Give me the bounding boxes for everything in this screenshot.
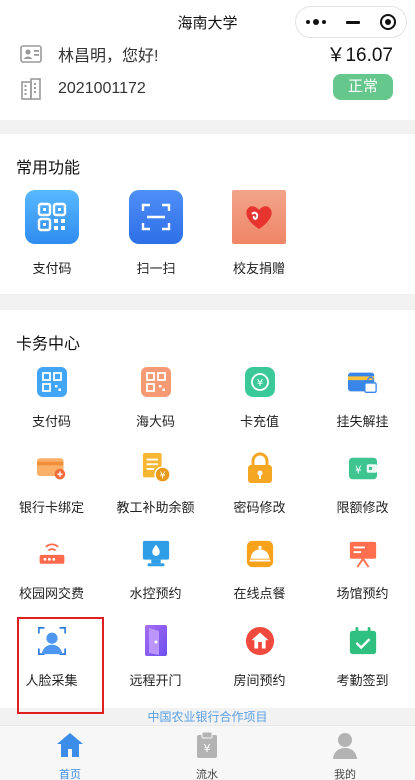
minimize-icon[interactable] <box>346 20 360 24</box>
more-options-icon[interactable] <box>306 19 326 25</box>
tab-profile[interactable]: 我的 <box>310 731 380 780</box>
tab-label: 流水 <box>196 769 218 780</box>
user-name-row: 林昌明，您好! <box>20 42 158 66</box>
card-lock-icon <box>347 367 378 397</box>
svg-text:¥: ¥ <box>159 470 165 481</box>
hd-code-icon <box>140 367 171 397</box>
dining-cloche-icon <box>245 539 275 569</box>
grid-item-hd-code[interactable]: 海大码 <box>104 367 207 430</box>
heart-donation-icon <box>232 190 286 244</box>
tab-transactions[interactable]: ¥ 流水 <box>172 731 242 780</box>
grid-item-campus-network-fee[interactable]: 校园网交费 <box>0 539 103 602</box>
subsidy-icon: ¥ <box>141 453 171 483</box>
tab-label: 我的 <box>334 769 356 780</box>
grid-item-water-reservation[interactable]: 水控预约 <box>104 539 207 602</box>
grid-item-label: 水控预约 <box>129 586 182 601</box>
status-badge: 正常 <box>333 74 393 100</box>
grid-item-label: 支付码 <box>31 414 71 429</box>
section-title-card-center: 卡务中心 <box>16 336 81 353</box>
grid-item-card-recharge[interactable]: ¥ 卡充值 <box>208 367 311 430</box>
balance-amount: ￥16.07 <box>326 45 393 66</box>
presentation-board-icon <box>348 539 378 569</box>
grid-item-label: 挂失解挂 <box>336 414 389 429</box>
section-title-quick: 常用功能 <box>16 160 81 177</box>
quick-item-scan[interactable]: 扫一扫 <box>111 190 201 277</box>
home-icon <box>57 733 83 757</box>
id-card-icon <box>20 45 42 63</box>
transactions-icon: ¥ <box>197 731 217 758</box>
svg-text:¥: ¥ <box>256 378 262 389</box>
grid-item-password-change[interactable]: 密码修改 <box>208 452 311 516</box>
grid-item-label: 房间预约 <box>233 673 286 688</box>
quick-functions-section: 常用功能 支付码 扫一扫 校友捐赠 <box>0 134 415 294</box>
selection-highlight <box>17 617 104 714</box>
building-icon <box>21 78 41 100</box>
padlock-icon <box>245 452 275 483</box>
grid-item-label: 校园网交费 <box>18 586 84 601</box>
quick-item-label: 校友捐赠 <box>232 261 285 276</box>
user-greeting: 林昌明，您好! <box>58 48 159 65</box>
scan-icon <box>129 190 183 244</box>
grid-item-label: 考勤签到 <box>336 673 389 688</box>
grid-item-label: 远程开门 <box>129 673 182 688</box>
house-icon <box>245 626 275 656</box>
profile-icon <box>333 733 357 759</box>
grid-item-label: 银行卡绑定 <box>18 500 84 515</box>
qr-code-icon <box>36 367 67 397</box>
router-icon <box>37 539 67 569</box>
grid-item-report-loss[interactable]: 挂失解挂 <box>311 367 414 430</box>
quick-item-label: 扫一扫 <box>136 261 176 276</box>
navigation-bar: 海南大学 <box>0 0 415 44</box>
grid-item-label: 海大码 <box>135 414 175 429</box>
water-drop-icon <box>141 539 171 569</box>
grid-item-venue-reservation[interactable]: 场馆预约 <box>311 539 414 602</box>
tab-home[interactable]: 首页 <box>35 731 105 780</box>
calendar-check-icon <box>348 626 378 656</box>
partner-project-link[interactable]: 中国农业银行合作项目 <box>0 708 415 725</box>
door-icon <box>141 625 171 656</box>
grid-item-bank-card-bind[interactable]: 银行卡绑定 <box>0 453 103 516</box>
grid-item-staff-subsidy[interactable]: ¥ 教工补助余额 <box>104 453 207 516</box>
wallet-icon: ¥ <box>348 453 378 483</box>
close-mini-program-icon[interactable] <box>380 14 396 30</box>
grid-item-label: 密码修改 <box>233 500 286 515</box>
grid-item-room-reservation[interactable]: 房间预约 <box>208 626 311 689</box>
grid-item-pay-code[interactable]: 支付码 <box>0 367 103 430</box>
bank-card-link-icon <box>36 453 67 483</box>
svg-text:¥: ¥ <box>204 742 211 755</box>
grid-item-attendance-signin[interactable]: 考勤签到 <box>311 626 414 689</box>
card-number-row: 2021001172 <box>20 78 146 100</box>
tab-label: 首页 <box>59 769 81 780</box>
grid-item-label: 卡充值 <box>239 414 279 429</box>
quick-item-pay-code[interactable]: 支付码 <box>7 190 97 277</box>
grid-item-remote-door[interactable]: 远程开门 <box>104 625 207 689</box>
quick-item-alumni-donation[interactable]: 校友捐赠 <box>214 190 304 277</box>
card-number: 2021001172 <box>58 80 146 97</box>
grid-item-label: 限额修改 <box>336 500 389 515</box>
grid-item-label: 在线点餐 <box>233 586 286 601</box>
bottom-tab-bar: 首页 ¥ 流水 我的 <box>0 725 415 780</box>
grid-item-online-ordering[interactable]: 在线点餐 <box>208 539 311 602</box>
grid-item-limit-change[interactable]: ¥ 限额修改 <box>311 453 414 516</box>
card-recharge-icon: ¥ <box>244 367 275 397</box>
qr-code-icon <box>25 190 79 244</box>
mini-program-capsule[interactable] <box>295 6 407 38</box>
svg-text:¥: ¥ <box>355 465 362 477</box>
quick-item-label: 支付码 <box>32 261 72 276</box>
grid-item-label: 教工补助余额 <box>116 500 195 515</box>
grid-item-label: 场馆预约 <box>336 586 389 601</box>
